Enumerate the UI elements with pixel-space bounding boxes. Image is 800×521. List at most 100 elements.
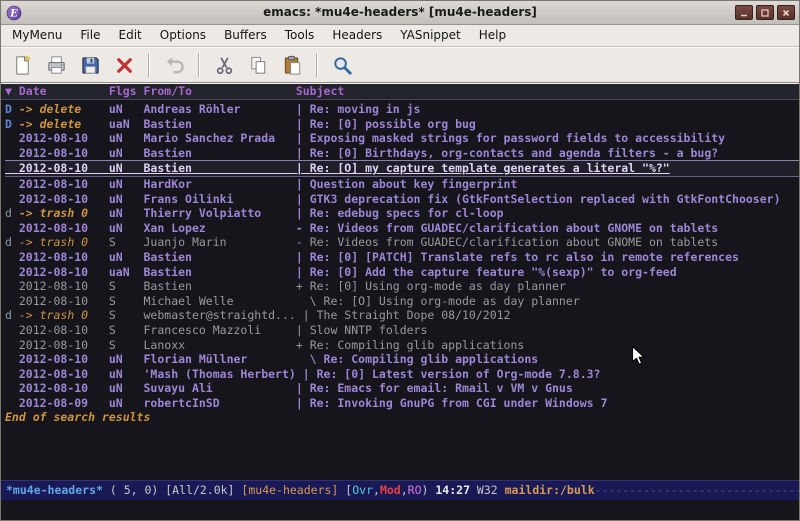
menu-tools[interactable]: Tools bbox=[276, 25, 324, 46]
message-row[interactable]: 2012-08-10 S Lanoxx + Re: Compiling glib… bbox=[5, 338, 799, 353]
from-column: Bastien bbox=[144, 117, 296, 131]
save-button[interactable] bbox=[75, 50, 105, 80]
pending-action: -> trash 0 bbox=[19, 308, 109, 322]
thread-indicator: | bbox=[296, 146, 310, 160]
search-button[interactable] bbox=[327, 50, 357, 80]
mark-column bbox=[5, 131, 19, 145]
from-column: robertcInSD bbox=[144, 396, 296, 410]
thread-indicator: | bbox=[303, 308, 317, 322]
message-row[interactable]: 2012-08-10 S Michael Welle \ Re: [O] Usi… bbox=[5, 294, 799, 309]
flags-column: uN bbox=[109, 206, 144, 220]
close-button[interactable] bbox=[777, 5, 795, 20]
headers-buffer[interactable]: D -> delete uN Andreas Röhler | Re: movi… bbox=[1, 100, 799, 480]
mark-column bbox=[5, 352, 19, 366]
mark-column bbox=[5, 250, 19, 264]
thread-indicator: | bbox=[296, 250, 310, 264]
cut-icon bbox=[213, 54, 236, 77]
from-column: Xan Lopez bbox=[144, 221, 296, 235]
message-row[interactable]: 2012-08-10 uN Bastien | Re: [0] [PATCH] … bbox=[5, 250, 799, 265]
menu-file[interactable]: File bbox=[71, 25, 109, 46]
from-column: Bastien bbox=[144, 161, 296, 175]
close-button[interactable] bbox=[109, 50, 139, 80]
message-row[interactable]: 2012-08-10 S Francesco Mazzoli | Slow NN… bbox=[5, 323, 799, 338]
thread-indicator: | bbox=[303, 367, 317, 381]
message-row[interactable]: 2012-08-10 uN 'Mash (Thomas Herbert) | R… bbox=[5, 367, 799, 382]
message-row[interactable]: D -> delete uN Andreas Röhler | Re: movi… bbox=[5, 102, 799, 117]
titlebar[interactable]: E emacs: *mu4e-headers* [mu4e-headers] bbox=[1, 1, 799, 25]
thread-indicator: | bbox=[296, 381, 310, 395]
subject-column: Re: [O] my capture template generates a … bbox=[310, 161, 670, 175]
message-row[interactable]: D -> delete uaN Bastien | Re: [0] possib… bbox=[5, 117, 799, 132]
modeline-modeline-filler: ----------------------------------------… bbox=[595, 483, 799, 497]
message-row[interactable]: d -> trash 0 S Juanjo Marin - Re: Videos… bbox=[5, 235, 799, 250]
message-row[interactable]: 2012-08-10 uN Frans Oilinki | GTK3 depre… bbox=[5, 192, 799, 207]
pending-action: -> delete bbox=[19, 117, 109, 131]
flags-column: uN bbox=[109, 102, 144, 116]
flags-column: uN bbox=[109, 177, 144, 191]
column-header-flags[interactable]: Flgs bbox=[109, 84, 144, 98]
message-row[interactable]: 2012-08-10 S Bastien + Re: [0] Using org… bbox=[5, 279, 799, 294]
menu-options[interactable]: Options bbox=[151, 25, 215, 46]
menu-buffers[interactable]: Buffers bbox=[215, 25, 276, 46]
column-header-subject[interactable]: Subject bbox=[296, 84, 344, 98]
mode-line: *mu4e-headers* ( 5, 0) [All/2.0k] [mu4e-… bbox=[1, 480, 799, 500]
menu-mymenu[interactable]: MyMenu bbox=[3, 25, 71, 46]
flags-column: uaN bbox=[109, 265, 144, 279]
thread-indicator: | bbox=[296, 206, 310, 220]
flags-column: uN bbox=[109, 192, 144, 206]
message-row[interactable]: 2012-08-10 uN HardKor | Question about k… bbox=[5, 177, 799, 192]
menu-help[interactable]: Help bbox=[470, 25, 515, 46]
message-row[interactable]: d -> trash 0 S webmaster@straightd... | … bbox=[5, 308, 799, 323]
date-column: 2012-08-10 bbox=[19, 294, 109, 308]
copy-icon bbox=[247, 54, 270, 77]
message-row[interactable]: 2012-08-10 uN Suvayu Ali | Re: Emacs for… bbox=[5, 381, 799, 396]
subject-column: Re: [O] Using org-mode as day planner bbox=[324, 294, 580, 308]
minimize-button[interactable] bbox=[735, 5, 753, 20]
save-icon bbox=[79, 54, 102, 77]
date-column: 2012-08-10 bbox=[19, 265, 109, 279]
message-row[interactable]: d -> trash 0 uN Thierry Volpiatto | Re: … bbox=[5, 206, 799, 221]
copy-button[interactable] bbox=[243, 50, 273, 80]
subject-column: Re: [0] possible org bug bbox=[310, 117, 476, 131]
from-column: Bastien bbox=[144, 250, 296, 264]
message-row[interactable]: 2012-08-10 uN Mario Sanchez Prada | Expo… bbox=[5, 131, 799, 146]
cut-button[interactable] bbox=[209, 50, 239, 80]
mark-column bbox=[5, 294, 19, 308]
paste-icon bbox=[281, 54, 304, 77]
modeline-status-sep-2: , bbox=[401, 483, 408, 497]
mark-column bbox=[5, 161, 19, 175]
date-column: 2012-08-10 bbox=[19, 323, 109, 337]
mark-column bbox=[5, 323, 19, 337]
toolbar-separator bbox=[148, 53, 150, 77]
thread-indicator: + bbox=[296, 338, 310, 352]
message-row[interactable]: 2012-08-10 uaN Bastien | Re: [0] Add the… bbox=[5, 265, 799, 280]
toolbar bbox=[1, 47, 799, 83]
message-row[interactable]: 2012-08-10 uN Florian Müllner \ Re: Comp… bbox=[5, 352, 799, 367]
maximize-button[interactable] bbox=[756, 5, 774, 20]
from-column: Frans Oilinki bbox=[144, 192, 296, 206]
date-column: 2012-08-09 bbox=[19, 396, 109, 410]
from-column: Andreas Röhler bbox=[144, 102, 296, 116]
menu-edit[interactable]: Edit bbox=[110, 25, 151, 46]
new-file-icon bbox=[11, 54, 34, 77]
message-row[interactable]: 2012-08-10 uN Bastien | Re: [O] my captu… bbox=[5, 160, 799, 177]
pending-action: -> delete bbox=[19, 102, 109, 116]
modeline-buffer-name: *mu4e-headers* bbox=[6, 483, 103, 497]
paste-button[interactable] bbox=[277, 50, 307, 80]
message-row[interactable]: 2012-08-10 uN Xan Lopez - Re: Videos fro… bbox=[5, 221, 799, 236]
new-file-button[interactable] bbox=[7, 50, 37, 80]
thread-indicator: | bbox=[296, 192, 310, 206]
column-header-from[interactable]: From/To bbox=[144, 84, 296, 98]
column-header-date[interactable]: Date bbox=[19, 84, 109, 98]
mark-column: D bbox=[5, 102, 19, 116]
pending-action: -> trash 0 bbox=[19, 206, 109, 220]
message-row[interactable]: 2012-08-09 uN robertcInSD | Re: Invoking… bbox=[5, 396, 799, 411]
menu-yasnippet[interactable]: YASnippet bbox=[391, 25, 470, 46]
mark-column: d bbox=[5, 308, 19, 322]
echo-area[interactable] bbox=[1, 500, 799, 520]
menu-headers[interactable]: Headers bbox=[323, 25, 391, 46]
message-row[interactable]: 2012-08-10 uN Bastien | Re: [0] Birthday… bbox=[5, 146, 799, 161]
subject-column: Re: Videos from GUADEC/clarification abo… bbox=[310, 235, 719, 249]
subject-column: The Straight Dope 08/10/2012 bbox=[317, 308, 511, 322]
print-button[interactable] bbox=[41, 50, 71, 80]
